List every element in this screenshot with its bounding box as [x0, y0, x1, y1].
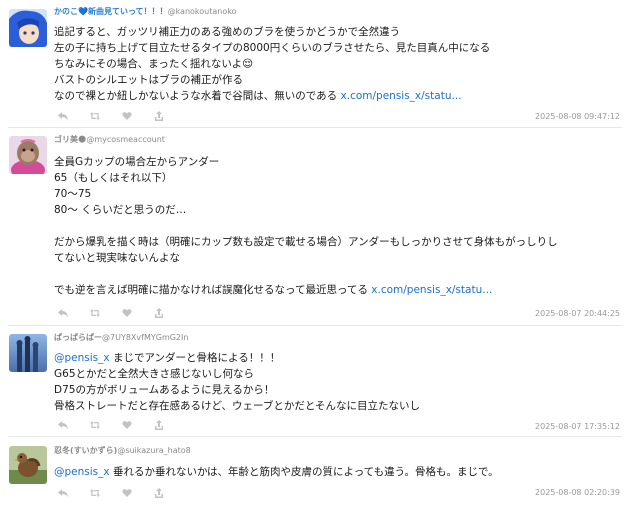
heart-icon[interactable] — [122, 488, 132, 498]
text-line: 骨格ストレートだと存在感あるけど、ウェーブとかだとそんなに目立たないし — [54, 400, 421, 412]
retweet-icon[interactable] — [90, 420, 100, 430]
display-name[interactable]: 忍冬(すいかずら) — [54, 446, 117, 455]
display-name[interactable]: ゴリ美🌑 — [54, 135, 86, 144]
post: かのこ💙新曲見ていって！！！@kanokoutanoko 追記すると、ガッツリ補… — [0, 0, 630, 128]
text-line: 追記すると、ガッツリ補正力のある強めのブラを使うかどうかで全然違う — [54, 26, 401, 38]
text-line: 80〜 くらいだと思うのだ… — [54, 204, 187, 216]
post: ゴリ美🌑@mycosmeaccount 全員Gカップの場合左からアンダー 65（… — [0, 128, 630, 326]
heart-icon[interactable] — [122, 308, 132, 318]
timestamp[interactable]: 2025-08-08 09:47:12 — [535, 112, 620, 121]
post-text: 全員Gカップの場合左からアンダー 65（もしくはそれ以下） 70〜75 80〜 … — [54, 154, 558, 298]
action-bar — [58, 420, 164, 430]
text-line: 垂れるか垂れないかは、年齢と筋肉や皮膚の質によっても違う。骨格も。まじで。 — [109, 466, 499, 478]
avatar[interactable] — [9, 446, 47, 484]
user-handle[interactable]: @7UY8XvfMYGmG2In — [102, 333, 188, 342]
mention-link[interactable]: @pensis_x — [54, 352, 110, 364]
heart-icon[interactable] — [122, 111, 132, 121]
text-line: 70〜75 — [54, 188, 92, 200]
text-line: 左の子に持ち上げて目立たせるタイプの8000円くらいのブラさせたら、見た目真ん中… — [54, 42, 491, 54]
user-handle[interactable]: @mycosmeaccount — [86, 135, 165, 144]
timestamp[interactable]: 2025-08-07 20:44:25 — [535, 309, 620, 318]
reply-icon[interactable] — [58, 488, 68, 498]
retweet-icon[interactable] — [90, 111, 100, 121]
timeline-feed: かのこ💙新曲見ていって！！！@kanokoutanoko 追記すると、ガッツリ補… — [0, 0, 630, 507]
mention-link[interactable]: @pensis_x — [54, 466, 110, 478]
text-line: まじでアンダーと骨格による！！！ — [109, 352, 281, 364]
user-handle[interactable]: @suikazura_hato8 — [117, 446, 190, 455]
timestamp[interactable]: 2025-08-07 17:35:12 — [535, 422, 620, 431]
action-bar — [58, 488, 164, 498]
reply-icon[interactable] — [58, 308, 68, 318]
status-link[interactable]: x.com/pensis_x/statu... — [341, 90, 462, 102]
post: 忍冬(すいかずら)@suikazura_hato8 @pensis_x 垂れるか… — [0, 437, 630, 507]
share-icon[interactable] — [154, 420, 164, 430]
status-link[interactable]: x.com/pensis_x/statu... — [371, 284, 492, 296]
share-icon[interactable] — [154, 308, 164, 318]
action-bar — [58, 111, 164, 121]
display-name[interactable]: ぱっぱらぱー — [54, 333, 102, 342]
text-line: 65（もしくはそれ以下） — [54, 172, 173, 184]
heart-icon[interactable] — [122, 420, 132, 430]
retweet-icon[interactable] — [90, 488, 100, 498]
share-icon[interactable] — [154, 488, 164, 498]
text-line: だから爆乳を描く時は（明確にカップ数も設定で載せる場合）アンダーもしっかりさせて… — [54, 236, 558, 248]
action-bar — [58, 308, 164, 318]
reply-icon[interactable] — [58, 111, 68, 121]
text-line: でも逆を言えば明確に描かなければ誤魔化せるなって最近思ってる — [54, 284, 372, 296]
post-text: @pensis_x 垂れるか垂れないかは、年齢と筋肉や皮膚の質によっても違う。骨… — [54, 464, 499, 480]
text-line: なので裸とか紐しかないような水着で谷間は、無いのである — [54, 90, 341, 102]
text-line: D75の方がボリュームあるように見えるから！ — [54, 384, 275, 396]
retweet-icon[interactable] — [90, 308, 100, 318]
text-line: ちなみにその場合、まったく揺れないよ😌 — [54, 58, 254, 70]
avatar[interactable] — [9, 136, 47, 174]
text-line: バストのシルエットはブラの補正が作る — [54, 74, 243, 86]
share-icon[interactable] — [154, 111, 164, 121]
timestamp[interactable]: 2025-08-08 02:20:39 — [535, 488, 620, 497]
avatar[interactable] — [9, 334, 47, 372]
post: ぱっぱらぱー@7UY8XvfMYGmG2In @pensis_x まじでアンダー… — [0, 326, 630, 437]
post-text: 追記すると、ガッツリ補正力のある強めのブラを使うかどうかで全然違う 左の子に持ち… — [54, 24, 490, 104]
avatar[interactable] — [9, 9, 47, 47]
post-text: @pensis_x まじでアンダーと骨格による！！！ G65とかだと全然大きさ感… — [54, 350, 420, 414]
reply-icon[interactable] — [58, 420, 68, 430]
display-name[interactable]: かのこ💙新曲見ていって！！！ — [54, 7, 168, 16]
text-line: G65とかだと全然大きさ感じないし何なら — [54, 368, 254, 380]
text-line: てないと現実味ないんよな — [54, 252, 180, 264]
user-handle[interactable]: @kanokoutanoko — [168, 7, 237, 16]
text-line: 全員Gカップの場合左からアンダー — [54, 156, 220, 168]
